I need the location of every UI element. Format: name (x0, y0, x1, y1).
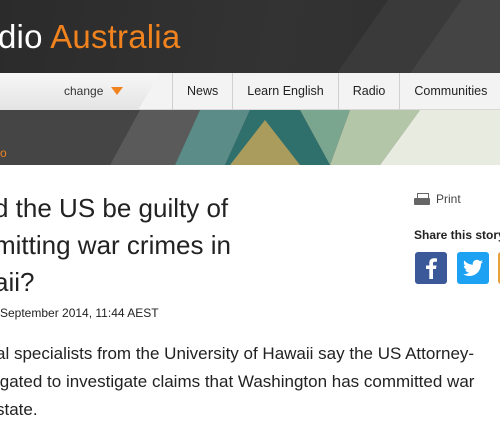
logo-text-white: dio (0, 18, 51, 55)
printer-icon (414, 192, 430, 206)
main-nav: change News Learn English Radio Communit… (0, 73, 500, 110)
nav-item-communities[interactable]: Communities (399, 73, 500, 110)
twitter-icon (463, 259, 483, 276)
headline-line: d the US be guilty of (0, 193, 229, 223)
facebook-share-button[interactable] (415, 252, 447, 284)
share-title: Share this story (414, 228, 500, 242)
headline-line: mitting war crimes in (0, 230, 231, 260)
site-header: dio Australia (0, 0, 500, 73)
body-line: state. (0, 400, 38, 419)
print-label: Print (436, 192, 461, 206)
nav-items: News Learn English Radio Communities (172, 73, 500, 110)
article-headline: d the US be guilty of mitting war crimes… (0, 190, 284, 301)
headline-line: aii? (0, 267, 35, 297)
body-line: al specialists from the University of Ha… (0, 344, 475, 363)
change-language-button[interactable]: change (64, 84, 124, 98)
print-button[interactable]: Print (414, 192, 461, 206)
banner-graphic (0, 110, 500, 165)
nav-item-learn-english[interactable]: Learn English (232, 73, 337, 110)
site-logo[interactable]: dio Australia (0, 18, 180, 56)
facebook-icon (426, 258, 437, 279)
article-body: al specialists from the University of Ha… (0, 340, 500, 422)
change-label: change (64, 84, 104, 98)
logo-text-orange: Australia (50, 18, 181, 55)
body-line: igated to investigate claims that Washin… (0, 372, 475, 391)
twitter-share-button[interactable] (457, 252, 489, 284)
breadcrumb[interactable]: o (0, 146, 7, 160)
section-banner (0, 110, 500, 165)
article-dateline: September 2014, 11:44 AEST (0, 306, 159, 320)
nav-item-news[interactable]: News (172, 73, 232, 110)
language-change-area: change (0, 73, 160, 110)
nav-item-radio[interactable]: Radio (337, 73, 400, 110)
chevron-down-icon (111, 87, 124, 95)
